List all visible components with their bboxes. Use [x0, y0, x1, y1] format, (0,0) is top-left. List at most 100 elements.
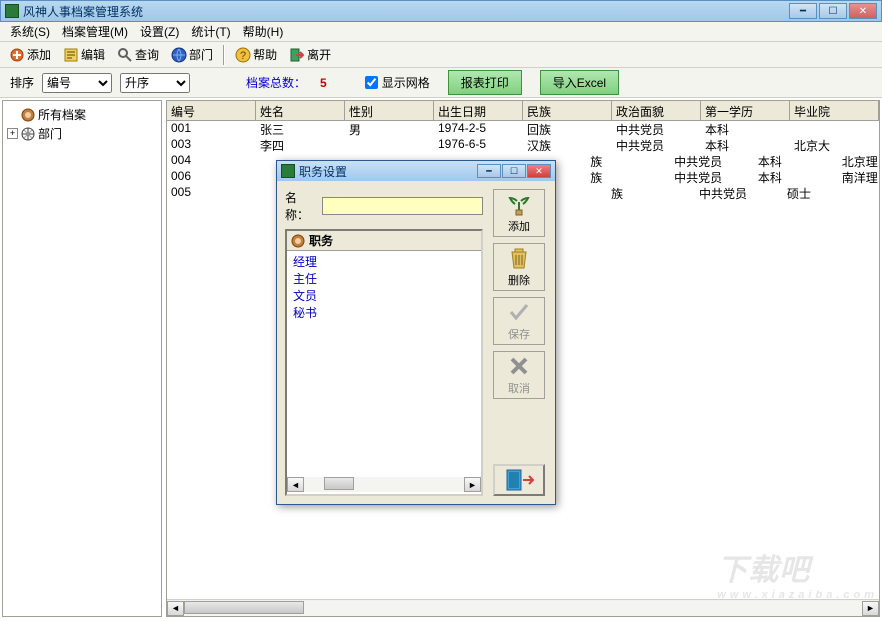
grid-cell: 中共党员	[670, 153, 754, 169]
window-buttons: ━ ☐ ✕	[789, 3, 877, 19]
toolbar-leave[interactable]: 离开	[284, 43, 336, 66]
grid-header-cell[interactable]: 出生日期	[434, 101, 523, 120]
table-row[interactable]: 001张三男1974-2-5回族中共党员本科	[167, 121, 879, 137]
position-list-header: 职务	[287, 231, 481, 251]
sort-dir-select[interactable]: 升序	[120, 73, 190, 93]
dialog-delete-button[interactable]: 删除	[493, 243, 545, 291]
grid-header-cell[interactable]: 毕业院	[790, 101, 879, 120]
grid-cell: 本科	[701, 137, 790, 153]
menu-archive[interactable]: 档案管理(M)	[56, 21, 134, 42]
menu-help[interactable]: 帮助(H)	[237, 21, 290, 42]
dialog-delete-label: 删除	[508, 272, 530, 288]
name-input[interactable]	[322, 197, 483, 215]
search-icon	[117, 47, 133, 63]
check-icon	[507, 300, 531, 324]
list-horizontal-scrollbar[interactable]: ◄ ►	[287, 477, 481, 494]
plant-icon	[507, 192, 531, 216]
dialog-titlebar[interactable]: 职务设置 ━ ☐ ✕	[277, 161, 555, 181]
show-grid-checkbox[interactable]: 显示网格	[365, 74, 430, 91]
x-icon	[507, 354, 531, 378]
export-excel-button[interactable]: 导入Excel	[540, 70, 619, 95]
toolbar-edit[interactable]: 编辑	[58, 43, 110, 66]
close-button[interactable]: ✕	[849, 3, 877, 19]
grid-header-cell[interactable]: 第一学历	[701, 101, 790, 120]
gear-icon	[21, 108, 35, 122]
toolbar-separator	[223, 45, 225, 65]
toolbar-help-label: 帮助	[253, 46, 277, 63]
grid-cell: 汉族	[523, 137, 612, 153]
grid-cell: 硕士	[783, 185, 871, 201]
list-item[interactable]: 主任	[291, 270, 477, 287]
grid-horizontal-scrollbar[interactable]: ◄ ►	[167, 599, 879, 616]
grid-cell: 南洋理	[838, 169, 879, 185]
grid-cell: 族	[586, 169, 670, 185]
trash-icon	[507, 246, 531, 270]
grid-cell: 中共党员	[612, 121, 701, 137]
maximize-button[interactable]: ☐	[819, 3, 847, 19]
add-icon	[9, 47, 25, 63]
tree-node-all[interactable]: 所有档案	[7, 105, 157, 124]
app-icon	[5, 4, 19, 18]
grid-header-cell[interactable]: 姓名	[256, 101, 345, 120]
list-scroll-thumb[interactable]	[324, 477, 354, 490]
window-title: 风神人事档案管理系统	[23, 3, 789, 20]
dialog-app-icon	[281, 164, 295, 178]
dialog-add-button[interactable]: 添加	[493, 189, 545, 237]
grid-cell: 本科	[754, 153, 838, 169]
menu-settings[interactable]: 设置(Z)	[134, 21, 185, 42]
tree-expand-icon[interactable]: +	[7, 128, 18, 139]
toolbar-query[interactable]: 查询	[112, 43, 164, 66]
dept-icon	[171, 47, 187, 63]
dialog-exit-button[interactable]	[493, 464, 545, 496]
minimize-button[interactable]: ━	[789, 3, 817, 19]
grid-cell: 中共党员	[695, 185, 783, 201]
grid-cell: 004	[167, 153, 251, 169]
dialog-maximize-button[interactable]: ☐	[502, 164, 526, 178]
total-label: 档案总数：	[246, 74, 306, 91]
toolbar-help[interactable]: ? 帮助	[230, 43, 282, 66]
grid-cell: 北京理	[838, 153, 879, 169]
tree-panel: 所有档案 + 部门	[2, 100, 162, 617]
dialog-close-button[interactable]: ✕	[527, 164, 551, 178]
list-scroll-right[interactable]: ►	[464, 477, 481, 492]
grid-cell	[345, 137, 434, 153]
menu-stats[interactable]: 统计(T)	[185, 21, 236, 42]
table-row[interactable]: 003李四1976-6-5汉族中共党员本科北京大	[167, 137, 879, 153]
sort-field-select[interactable]: 编号	[42, 73, 112, 93]
grid-cell: 族	[607, 185, 695, 201]
grid-header-cell[interactable]: 政治面貌	[612, 101, 701, 120]
tree-node-dept[interactable]: + 部门	[7, 124, 157, 143]
grid-cell	[871, 185, 879, 201]
grid-cell: 本科	[701, 121, 790, 137]
menu-system[interactable]: 系统(S)	[4, 21, 56, 42]
globe-icon	[21, 127, 35, 141]
grid-cell: 006	[167, 169, 251, 185]
scroll-left-button[interactable]: ◄	[167, 601, 184, 616]
grid-header-cell[interactable]: 编号	[167, 101, 256, 120]
show-grid-input[interactable]	[365, 76, 378, 89]
dialog-window-buttons: ━ ☐ ✕	[477, 164, 551, 178]
dialog-name-row: 名称：	[285, 189, 483, 223]
grid-header-cell[interactable]: 民族	[523, 101, 612, 120]
grid-header-cell[interactable]: 性别	[345, 101, 434, 120]
list-item[interactable]: 秘书	[291, 304, 477, 321]
print-button[interactable]: 报表打印	[448, 70, 522, 95]
toolbar-dept-label: 部门	[189, 46, 213, 63]
toolbar-dept[interactable]: 部门	[166, 43, 218, 66]
grid-header: 编号姓名性别出生日期民族政治面貌第一学历毕业院	[167, 101, 879, 121]
dialog-body: 名称： 职务 经理主任文员秘书 ◄ ► 添加	[277, 181, 555, 504]
position-list: 职务 经理主任文员秘书 ◄ ►	[285, 229, 483, 496]
list-scroll-track[interactable]	[304, 477, 464, 492]
list-scroll-left[interactable]: ◄	[287, 477, 304, 492]
dialog-minimize-button[interactable]: ━	[477, 164, 501, 178]
grid-cell: 1974-2-5	[434, 121, 523, 137]
scroll-thumb[interactable]	[184, 601, 304, 614]
list-item[interactable]: 经理	[291, 253, 477, 270]
dialog-save-button[interactable]: 保存	[493, 297, 545, 345]
list-item[interactable]: 文员	[291, 287, 477, 304]
grid-cell: 中共党员	[612, 137, 701, 153]
dialog-cancel-button[interactable]: 取消	[493, 351, 545, 399]
scroll-track[interactable]	[184, 601, 862, 616]
scroll-right-button[interactable]: ►	[862, 601, 879, 616]
toolbar-add[interactable]: 添加	[4, 43, 56, 66]
